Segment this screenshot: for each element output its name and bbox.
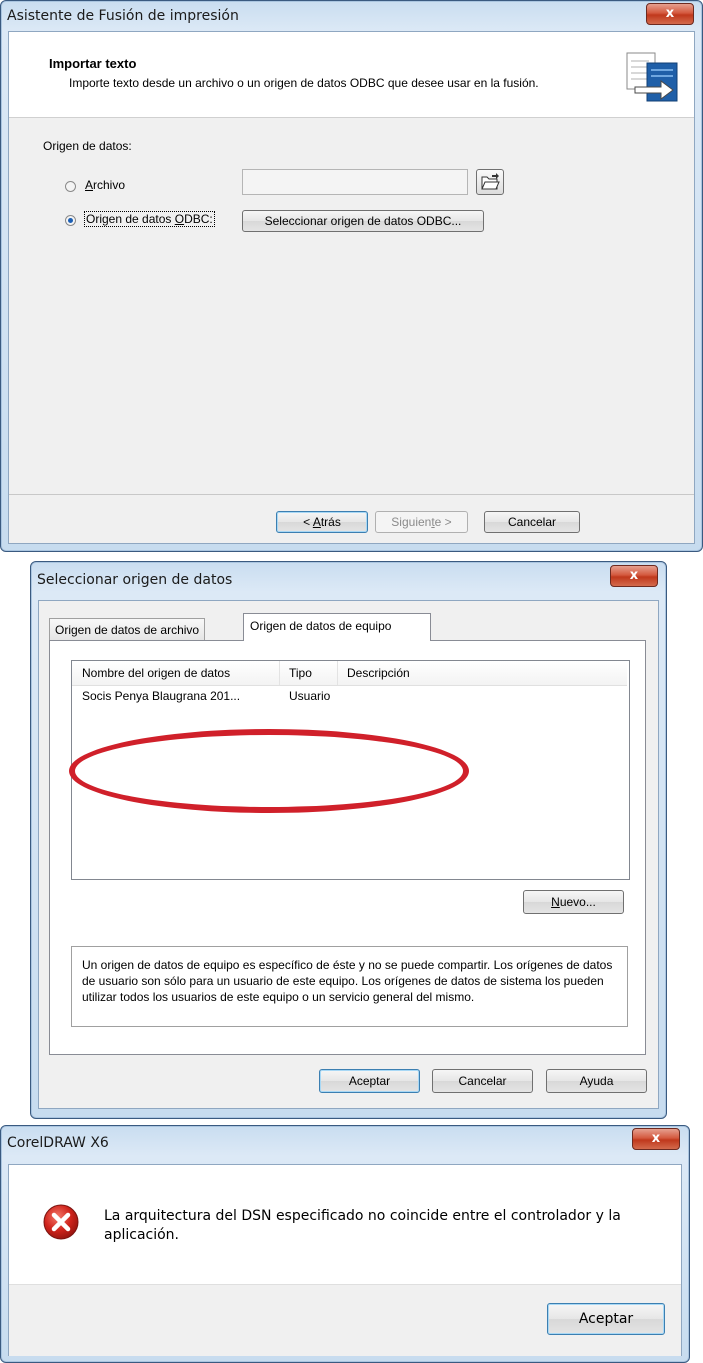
file-radio-label[interactable]: Archivo: [85, 178, 125, 192]
file-path-input[interactable]: [242, 169, 468, 195]
file-radio[interactable]: [65, 181, 76, 192]
list-item[interactable]: Socis Penya Blaugrana 201... Usuario: [72, 686, 627, 706]
coreldraw-error-window: CorelDRAW X6 x La arquitectura del DSN e…: [0, 1125, 690, 1363]
column-divider: [279, 661, 280, 685]
dsn-type-cell: Usuario: [289, 689, 331, 703]
dsn-name-cell: Socis Penya Blaugrana 201...: [82, 689, 241, 703]
column-header-type[interactable]: Tipo: [289, 666, 312, 680]
import-text-icon: [621, 47, 683, 107]
dsn-client-area: Origen de datos de archivo Origen de dat…: [38, 600, 659, 1109]
window-title: CorelDRAW X6: [7, 1135, 109, 1151]
info-text: Un origen de datos de equipo es específi…: [82, 958, 613, 1004]
list-header: Nombre del origen de datos Tipo Descripc…: [72, 661, 627, 686]
wizard-footer-divider: [9, 494, 694, 495]
header-description: Importe texto desde un archivo o un orig…: [69, 76, 539, 90]
wizard-client-area: Importar texto Importe texto desde un ar…: [8, 31, 695, 544]
help-button[interactable]: Ayuda: [546, 1069, 647, 1093]
cancel-button[interactable]: Cancelar: [432, 1069, 533, 1093]
tab-machine-data-source[interactable]: Origen de datos de equipo: [243, 613, 431, 641]
info-box: Un origen de datos de equipo es específi…: [71, 946, 628, 1027]
close-button[interactable]: x: [610, 565, 658, 587]
ok-button[interactable]: Aceptar: [319, 1069, 420, 1093]
column-header-description[interactable]: Descripción: [347, 666, 410, 680]
browse-button[interactable]: [476, 169, 504, 195]
window-title: Seleccionar origen de datos: [37, 572, 233, 588]
header-title: Importar texto: [49, 56, 137, 71]
data-source-group-label: Origen de datos:: [43, 139, 132, 153]
column-header-name[interactable]: Nombre del origen de datos: [82, 666, 279, 680]
tab-panel: Nombre del origen de datos Tipo Descripc…: [49, 640, 646, 1055]
next-button[interactable]: Siguiente >: [375, 511, 468, 533]
error-icon: [42, 1203, 80, 1241]
tab-file-data-source[interactable]: Origen de datos de archivo: [49, 618, 206, 641]
select-odbc-source-button[interactable]: Seleccionar origen de datos ODBC...: [242, 210, 484, 232]
odbc-radio[interactable]: [65, 215, 76, 226]
column-divider: [337, 661, 338, 685]
close-button[interactable]: x: [632, 1128, 680, 1150]
wizard-header: Importar texto Importe texto desde un ar…: [9, 32, 694, 118]
select-data-source-window: Seleccionar origen de datos x Origen de …: [30, 561, 667, 1119]
back-button[interactable]: < Atrás: [276, 511, 368, 533]
window-title: Asistente de Fusión de impresión: [7, 8, 239, 24]
error-client-area: La arquitectura del DSN especificado no …: [8, 1164, 682, 1356]
new-button[interactable]: Nuevo...: [523, 890, 624, 914]
odbc-radio-label[interactable]: Origen de datos ODBC:: [84, 211, 215, 227]
print-merge-wizard-window: Asistente de Fusión de impresión x Impor…: [0, 0, 703, 552]
error-message: La arquitectura del DSN especificado no …: [104, 1208, 621, 1243]
cancel-button[interactable]: Cancelar: [484, 511, 580, 533]
ok-button[interactable]: Aceptar: [547, 1303, 665, 1335]
open-folder-icon: [481, 173, 500, 190]
close-button[interactable]: x: [646, 3, 694, 25]
highlight-ellipse: [69, 729, 469, 813]
